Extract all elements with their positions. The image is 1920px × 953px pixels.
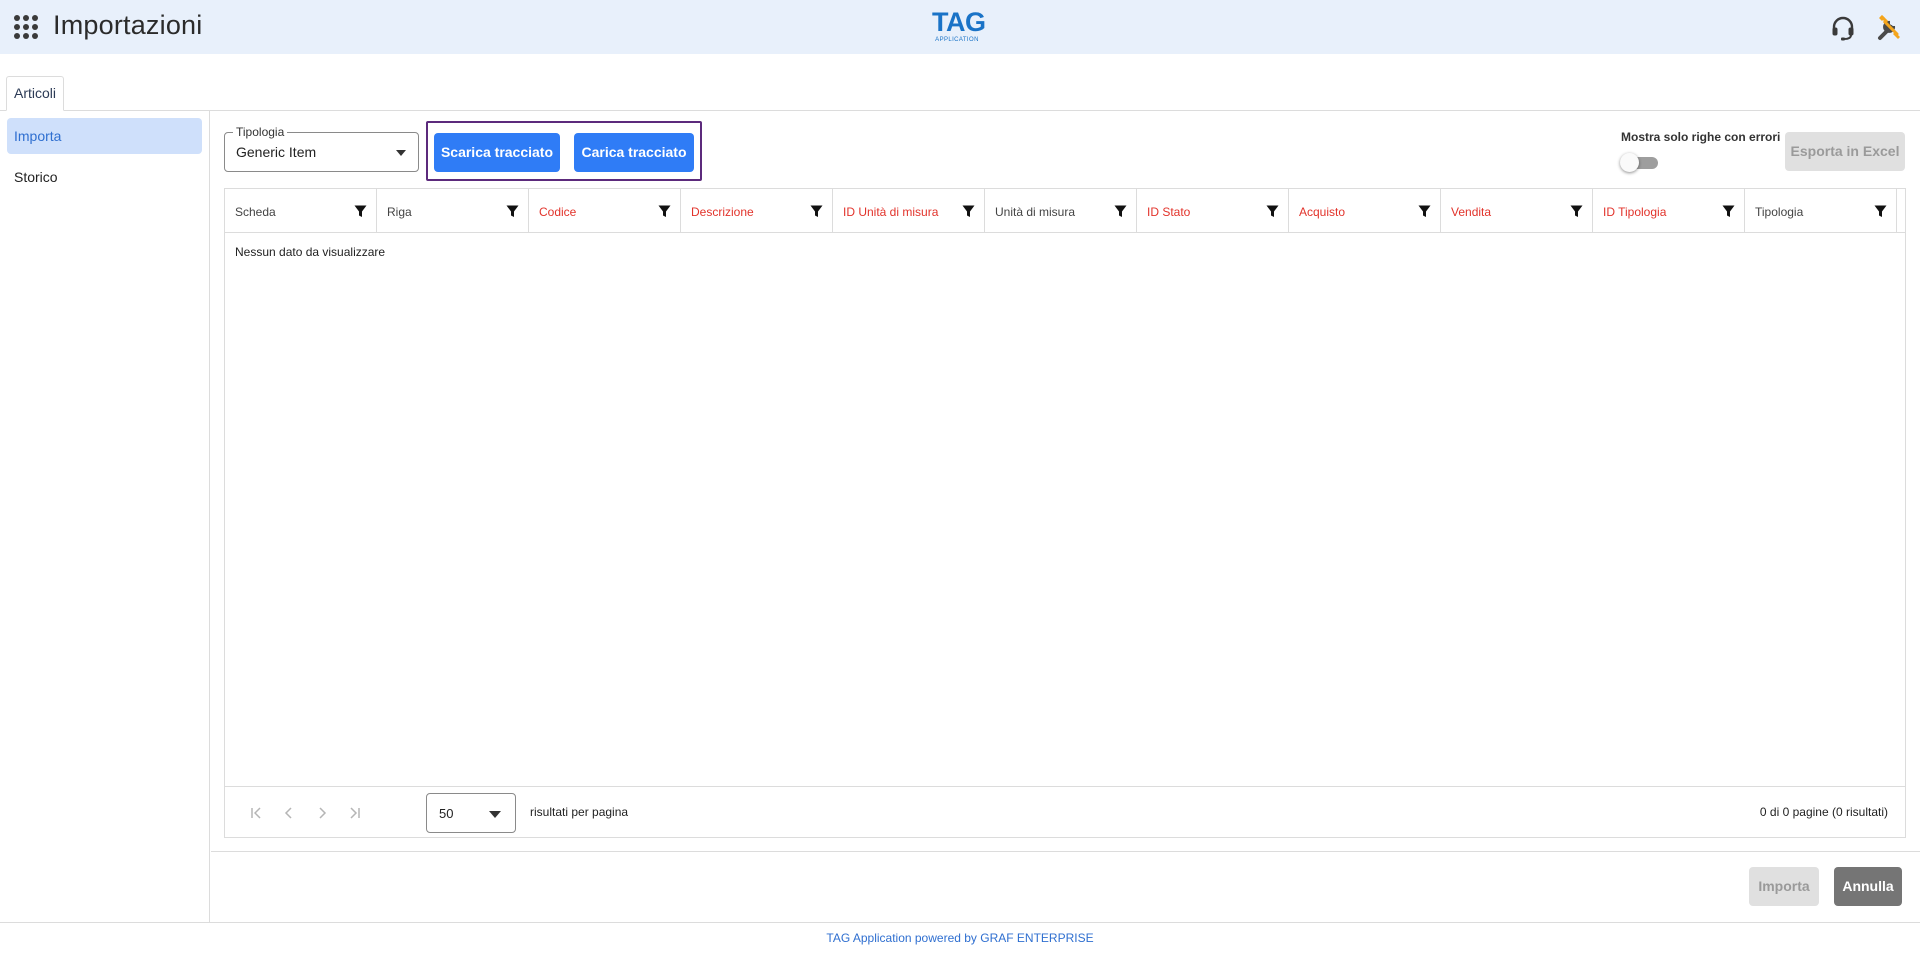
tipologia-label: Tipologia <box>233 125 288 139</box>
column-header[interactable]: Descrizione <box>681 189 833 233</box>
filter-icon[interactable] <box>506 205 519 218</box>
column-header[interactable]: ID Stato <box>1137 189 1289 233</box>
column-header[interactable]: Unità di misura <box>985 189 1137 233</box>
column-header-label: Codice <box>539 205 577 219</box>
filter-icon[interactable] <box>354 205 367 218</box>
column-header[interactable]: Tipologia <box>1745 189 1897 233</box>
tab-articoli[interactable]: Articoli <box>6 76 65 111</box>
page-size-value: 50 <box>439 806 454 821</box>
headset-support-icon[interactable] <box>1829 14 1857 42</box>
filter-icon[interactable] <box>1266 205 1279 218</box>
sidebar-item-storico[interactable]: Storico <box>7 159 202 195</box>
next-page-icon[interactable] <box>314 806 330 820</box>
sidebar-item-importa[interactable]: Importa <box>7 118 202 154</box>
logo-sub-text: APPLICATION <box>935 37 979 43</box>
filter-icon[interactable] <box>1722 205 1735 218</box>
column-header-label: Unità di misura <box>995 205 1076 219</box>
logo-main-text: TAG <box>932 7 986 37</box>
filter-icon[interactable] <box>962 205 975 218</box>
column-header-label: ID Tipologia <box>1603 205 1667 219</box>
tipologia-select[interactable]: Tipologia Generic Item <box>224 125 419 172</box>
app-header: Importazioni TAG APPLICATION <box>0 0 1920 54</box>
page-info: 0 di 0 pagine (0 risultati) <box>1759 805 1888 819</box>
last-page-icon[interactable] <box>346 806 362 820</box>
grid-header: Scheda Riga Codice Descrizione ID Unità di m… <box>225 189 1905 233</box>
toggle-knob <box>1620 153 1639 172</box>
previous-page-icon[interactable] <box>281 806 297 820</box>
download-template-button[interactable]: Scarica tracciato <box>434 133 560 172</box>
column-header[interactable]: ID Tipologia <box>1593 189 1745 233</box>
caret-down-icon <box>396 150 406 156</box>
import-button[interactable]: Importa <box>1749 867 1819 906</box>
errors-only-label: Mostra solo righe con errori <box>1621 130 1781 144</box>
footer-credit: TAG Application powered by GRAF ENTERPRI… <box>826 931 1094 945</box>
page-size-select[interactable]: 50 <box>426 793 516 833</box>
column-header-label: Scheda <box>235 205 276 219</box>
column-header-label: Tipologia <box>1755 205 1804 219</box>
tab-bar: Articoli <box>0 54 1920 111</box>
filter-icon[interactable] <box>1114 205 1127 218</box>
export-excel-button[interactable]: Esporta in Excel <box>1785 132 1905 171</box>
filter-icon[interactable] <box>658 205 671 218</box>
tag-logo: TAG APPLICATION <box>932 7 986 46</box>
filter-icon[interactable] <box>1874 205 1887 218</box>
tipologia-value: Generic Item <box>236 144 317 160</box>
import-grid: Scheda Riga Codice Descrizione ID Unità di m… <box>224 188 1906 838</box>
apps-grid-icon[interactable] <box>14 15 38 39</box>
first-page-icon[interactable] <box>249 806 265 820</box>
column-header[interactable]: Vendita <box>1441 189 1593 233</box>
column-header-label: Descrizione <box>691 205 754 219</box>
column-header-label: Acquisto <box>1299 205 1346 219</box>
app-footer: TAG Application powered by GRAF ENTERPRI… <box>0 922 1920 953</box>
filter-icon[interactable] <box>1418 205 1431 218</box>
per-page-label: risultati per pagina <box>530 805 629 819</box>
upload-template-button[interactable]: Carica tracciato <box>574 133 694 172</box>
errors-only-toggle[interactable] <box>1620 152 1660 172</box>
tools-wrench-screwdriver-icon[interactable] <box>1874 12 1904 42</box>
column-header-label: Vendita <box>1451 205 1492 219</box>
column-header[interactable]: Acquisto <box>1289 189 1441 233</box>
column-header[interactable]: Riga <box>377 189 529 233</box>
template-buttons-highlight: Scarica tracciato Carica tracciato <box>426 121 702 181</box>
column-header[interactable]: Codice <box>529 189 681 233</box>
sidebar: Importa Storico <box>0 111 210 922</box>
column-header-label: ID Unità di misura <box>843 205 939 219</box>
column-header[interactable]: Scheda <box>225 189 377 233</box>
column-header-label: ID Stato <box>1147 205 1191 219</box>
caret-down-icon <box>489 811 501 818</box>
column-header-label: Riga <box>387 205 412 219</box>
actions-divider <box>211 851 1920 852</box>
filter-icon[interactable] <box>1570 205 1583 218</box>
column-header[interactable]: ID Unità di misura <box>833 189 985 233</box>
empty-message: Nessun dato da visualizzare <box>235 245 386 259</box>
page-title: Importazioni <box>53 10 203 40</box>
filter-icon[interactable] <box>810 205 823 218</box>
cancel-button[interactable]: Annulla <box>1834 867 1902 906</box>
pager: 50 risultati per pagina 0 di 0 pagine (0… <box>225 786 1905 837</box>
